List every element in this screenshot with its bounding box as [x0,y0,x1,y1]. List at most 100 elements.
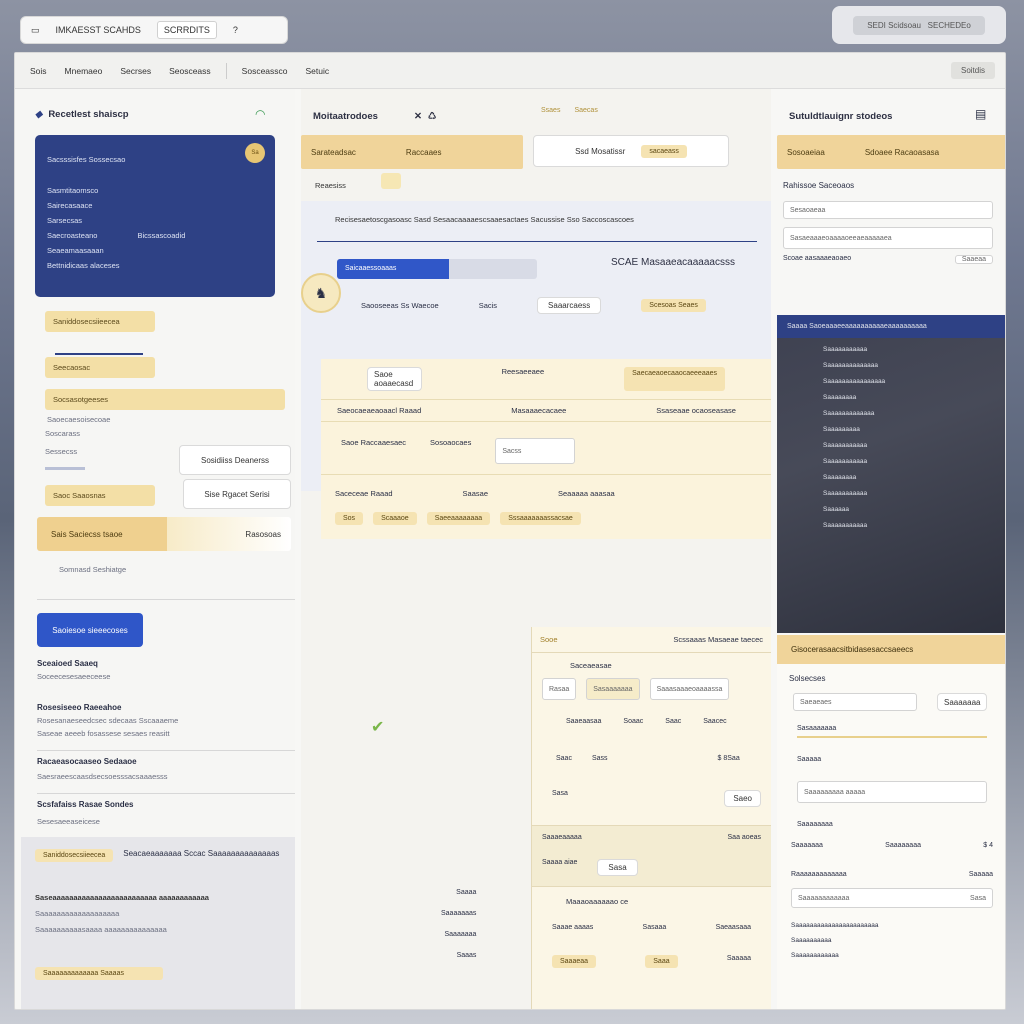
pair-row: Saac Sass $ 8Saa [532,725,771,762]
tab-secondary[interactable]: SCRRDITS [156,21,217,39]
order-price[interactable]: Sasa [597,859,638,876]
top-right-button-label: SECHEDEo [927,20,971,30]
filter-chip[interactable]: Scaaaoe [373,512,417,525]
menu-item-6[interactable]: Setuic [303,64,333,78]
right-input[interactable]: Sesaoaeaa [783,201,993,219]
form-field[interactable]: Saaasaaaeoaaaassa [649,678,730,700]
vehicle-photo-panel: Saaaa Saoeaaaeeaaaaaaaaaaeaaaaaaaaaa Saa… [777,315,1005,633]
logo-icon: ◆ [35,109,43,120]
close-icon[interactable]: ✕ [414,111,422,122]
menu-item-4[interactable]: Seosceass [166,64,214,78]
form-sub: Saceaeasae [570,661,612,670]
final-chip[interactable]: Saaaeaa [552,955,597,968]
section-title: Racaeasocaaseo Sedaaoe [37,757,137,766]
row-chip[interactable]: Scesoas Seaes [641,299,706,312]
gold-row[interactable]: Socsasotgeeses [45,389,285,410]
checkout-row: Saaaeaaaaa Saa aoeas [532,825,771,849]
bottom-line: Saaaaaaaaaasaaaa aaaaaaaaaaaaaaa [35,925,167,934]
bottom-band-right: Saaaa Saaaaaaas Saaaaaaa Saaas [441,889,476,959]
filter-chip[interactable]: Sos [335,512,364,525]
bottom-line: Saseaaaaaaaaaaaaaaaaaaaaaaaaa aaaaaaaaaa… [35,893,209,902]
gold-tab[interactable]: Sarateadsac Raccaaes [301,135,523,169]
table-block: Saoe Raccaaesaec Sosoaocaes Sacss [321,422,771,464]
dark-row: Saaaaaaaaaaa [823,442,868,449]
secondary-action-button[interactable]: Sosidiiss Deanerss [179,445,291,475]
white-card-label: Ssd Mosatissr [575,146,626,156]
report-button[interactable]: Sise Rgacet Serisi [183,479,291,509]
gold-row[interactable]: Saoc Saaosnas [45,485,155,506]
block-cell: Sosoaocaes [430,438,472,447]
table-head-cell: Masaaaecacaee [511,406,567,415]
value-cell: Soaac [623,718,644,725]
small-button[interactable]: Saeo [724,790,761,807]
divider [37,750,295,751]
table-chip[interactable]: Saecaeaoecaaocaeeeaaes [624,367,725,391]
right-input[interactable]: Sasaeaaaeoaaaaoeeaeaaaaaea [783,227,993,249]
final-chip[interactable]: Saaa [645,955,678,968]
right-lower-sub: Solsecses [789,674,826,683]
bottom-chip[interactable]: Saniddosecsiieecea [35,849,114,862]
order-title: Saaaa aiae [542,859,578,866]
right-lower-button[interactable]: Saaaaaaa [937,693,988,711]
form-field[interactable]: Rasaa [542,678,577,700]
right-lower-row[interactable]: Saaaaaaaaa aaaaa [797,781,987,803]
right-small-input[interactable]: Saaeaa [954,255,993,264]
summary-v: $ 4 [983,842,993,849]
flag-icon[interactable]: ▤ [975,107,986,121]
white-card[interactable]: Ssd Mosatissr sacaeass [533,135,729,167]
form-header-b: Scssaaas Masaeae taecec [673,635,763,644]
menu-item-1[interactable]: Sois [27,64,50,78]
primary-action-button[interactable]: Saoiesoe sieeecoses [37,613,143,647]
mini-bar [45,467,85,470]
filter-chip[interactable]: Sssaaaaaaassacsae [500,512,581,525]
recycle-icon[interactable]: ♺ [428,111,437,122]
section-subtitle: Reaesiss [315,181,346,190]
bottom-band-left: Saniddosecsiieecea Seacaeaaaaaaa Sccac S… [21,837,295,1009]
coin-badge: Sa [245,143,265,163]
amount-value: $ 8Saa [717,755,740,762]
section-line: Saesraeescaasdsecsoesssacsaaaesss [37,772,168,781]
filter-chip[interactable]: Saeeaaaaaaaa [426,512,491,525]
avatar[interactable]: ♞ [301,273,341,313]
menu-item-5[interactable]: Sosceassco [239,64,291,78]
summary-a: Saaaaaaa [791,842,823,849]
gold-row[interactable]: Saniddosecsiieecea [45,311,155,332]
label: Soscarass [45,429,81,438]
summary-sub: Somnasd Seshiatge [59,565,127,574]
check-icon: ✔ [371,719,385,736]
card-row: Saecroasteano [47,231,98,240]
tab-primary[interactable]: IMKAESST SCAHDS [50,22,147,38]
block-cell: Saasae [462,489,488,498]
checkout-form: Sooe Scssaaas Masaeae taecec Saceaeasae … [531,627,771,1009]
left-panel: ◆ Recetlest shaiscp ◠ Sa Sacsssisfes Sos… [15,89,295,1009]
dark-row: Saaaaaaaaaaa [823,522,868,529]
top-right-button[interactable]: SEDI Scidsoau SECHEDEo [853,15,985,35]
section-line: Rosesanaeseedcsec sdecaas Sscaaaeme [37,716,179,725]
section-line: Soceecesesaeeceese [37,672,111,681]
table-button[interactable]: Saoe aoaaecasd [367,367,422,391]
row-button[interactable]: Saaarcaess [537,297,602,314]
total-cell: Sasaaa [642,924,667,931]
summary-field[interactable]: Saaaaaaaaaaaa Sasa [791,888,993,908]
menu-item-2[interactable]: Mnemaeo [62,64,106,78]
right-gold-a: Sosoaeiaa [787,147,825,157]
middle-panel: Moitaatrodoes ✕ ♺ Ssaes Saecas Sarateads… [301,89,771,1009]
dialog-row: Saooseeas Ss Waecoe Sacis Saaarcaess Sce… [361,297,761,314]
right-lower-input[interactable]: Saeaeaes [793,693,917,711]
menubar-right-button[interactable]: Soitdis [950,62,995,79]
gold-row[interactable]: Seecaosac [45,357,155,378]
pair-cell: Sasa [552,790,568,797]
summary-c: Raaaaaaaaaaaaa [791,871,847,878]
bottom-gold-chip[interactable]: Saaaaaaaaaaaaa Saaaas [35,967,163,980]
bottom-band-row: Saniddosecsiieecea Seacaeaaaaaaa Sccac S… [35,849,279,862]
block-input[interactable]: Sacss [495,438,576,464]
right-gold-tab[interactable]: Sosoaeiaa Sdoaee Racaoasasa [777,135,1005,169]
card-row: Sairecasaace [47,201,93,210]
menu-item-3[interactable]: Secrses [117,64,154,78]
help-icon[interactable]: ? [227,22,244,38]
form-field[interactable]: Sasaaaaaaa [586,678,640,700]
footer-line: Saaaaaaaaaa [791,937,832,944]
account-card[interactable]: Sa Sacsssisfes Sossecsao Sasmtitaomsco S… [35,135,275,297]
divider-line [55,353,143,355]
section-title: Scsfafaiss Rasae Sondes [37,800,134,809]
